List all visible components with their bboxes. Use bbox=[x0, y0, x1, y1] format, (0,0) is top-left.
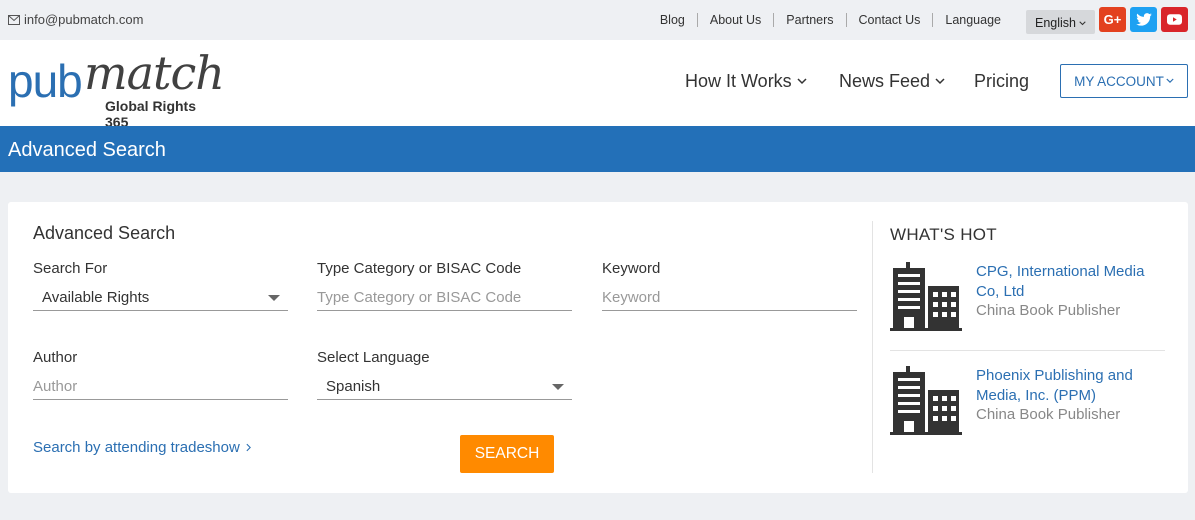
my-account-button[interactable]: MY ACCOUNT bbox=[1060, 64, 1188, 98]
chevron-down-icon bbox=[1166, 78, 1174, 84]
pubmatch-logo[interactable]: pub match Global Rights 365 bbox=[8, 46, 225, 130]
search-for-field: Search For Available Rights bbox=[33, 260, 288, 311]
chevron-down-icon bbox=[1079, 20, 1086, 25]
author-input[interactable]: Author bbox=[33, 374, 288, 400]
logo-pub-text: pub bbox=[8, 55, 83, 107]
category-label: Type Category or BISAC Code bbox=[317, 260, 522, 277]
advanced-search-card: Advanced Search Search For Available Rig… bbox=[8, 202, 1188, 493]
category-input[interactable]: Type Category or BISAC Code bbox=[317, 285, 572, 311]
building-icon bbox=[890, 366, 962, 435]
google-plus-icon[interactable]: G+ bbox=[1099, 7, 1126, 32]
nav-news-feed[interactable]: News Feed bbox=[839, 71, 945, 92]
hot-item-name[interactable]: CPG, International Media Co, Ltd bbox=[976, 262, 1166, 302]
search-for-select[interactable]: Available Rights bbox=[33, 285, 288, 311]
building-icon bbox=[890, 262, 962, 331]
author-placeholder: Author bbox=[33, 378, 78, 395]
top-link-partners[interactable]: Partners bbox=[773, 13, 845, 27]
logo-match-text: match bbox=[84, 46, 225, 100]
twitter-icon[interactable] bbox=[1130, 7, 1157, 32]
nav-news-feed-label: News Feed bbox=[839, 71, 931, 91]
email-link[interactable]: info@pubmatch.com bbox=[8, 12, 143, 27]
keyword-input[interactable]: Keyword bbox=[602, 285, 857, 311]
search-for-label: Search For bbox=[33, 260, 108, 277]
author-label: Author bbox=[33, 349, 78, 366]
search-for-value: Available Rights bbox=[42, 289, 150, 306]
nav-how-it-works[interactable]: How It Works bbox=[685, 71, 807, 92]
chevron-down-icon bbox=[935, 78, 945, 85]
language-select-value: English bbox=[1035, 16, 1076, 30]
nav-pricing-label: Pricing bbox=[974, 71, 1030, 91]
hot-divider bbox=[890, 350, 1165, 351]
nav-how-it-works-label: How It Works bbox=[685, 71, 792, 91]
page-banner: Advanced Search bbox=[0, 126, 1195, 172]
language-select[interactable]: English bbox=[1026, 10, 1095, 34]
tradeshow-link-text: Search by attending tradeshow bbox=[33, 439, 240, 456]
envelope-icon bbox=[8, 14, 20, 25]
category-placeholder: Type Category or BISAC Code bbox=[317, 289, 522, 306]
top-bar: info@pubmatch.com Blog About Us Partners… bbox=[0, 0, 1195, 40]
email-text: info@pubmatch.com bbox=[24, 12, 144, 27]
form-title: Advanced Search bbox=[33, 223, 176, 243]
site-header: pub match Global Rights 365 How It Works… bbox=[0, 40, 1195, 130]
keyword-field: Keyword Keyword bbox=[602, 260, 857, 311]
top-link-contact[interactable]: Contact Us bbox=[845, 13, 933, 27]
page-title: Advanced Search bbox=[8, 139, 166, 161]
chevron-right-icon bbox=[246, 443, 251, 452]
my-account-label: MY ACCOUNT bbox=[1074, 73, 1164, 89]
top-link-about[interactable]: About Us bbox=[696, 13, 773, 27]
language-field: Select Language Spanish bbox=[317, 349, 572, 400]
hot-item-type: China Book Publisher bbox=[976, 406, 1121, 423]
keyword-placeholder: Keyword bbox=[602, 289, 661, 306]
caret-down-icon bbox=[552, 384, 564, 390]
keyword-label: Keyword bbox=[602, 260, 661, 277]
nav-pricing[interactable]: Pricing bbox=[974, 71, 1029, 92]
search-button[interactable]: SEARCH bbox=[460, 435, 554, 473]
youtube-icon[interactable] bbox=[1161, 7, 1188, 32]
language-value: Spanish bbox=[326, 378, 381, 395]
language-label: Select Language bbox=[317, 349, 430, 366]
top-links: Blog About Us Partners Contact Us Langua… bbox=[648, 13, 1013, 27]
tradeshow-link[interactable]: Search by attending tradeshow bbox=[33, 439, 251, 456]
hot-item-type: China Book Publisher bbox=[976, 302, 1121, 319]
author-field: Author Author bbox=[33, 349, 288, 400]
top-link-language: Language bbox=[932, 13, 1013, 27]
language-dropdown[interactable]: Spanish bbox=[317, 374, 572, 400]
chevron-down-icon bbox=[797, 78, 807, 85]
top-link-blog[interactable]: Blog bbox=[648, 13, 697, 27]
caret-down-icon bbox=[268, 295, 280, 301]
category-field: Type Category or BISAC Code Type Categor… bbox=[317, 260, 572, 311]
vertical-divider bbox=[872, 221, 873, 473]
hot-item-name[interactable]: Phoenix Publishing and Media, Inc. (PPM) bbox=[976, 366, 1166, 406]
whats-hot-title: WHAT'S HOT bbox=[890, 225, 997, 244]
